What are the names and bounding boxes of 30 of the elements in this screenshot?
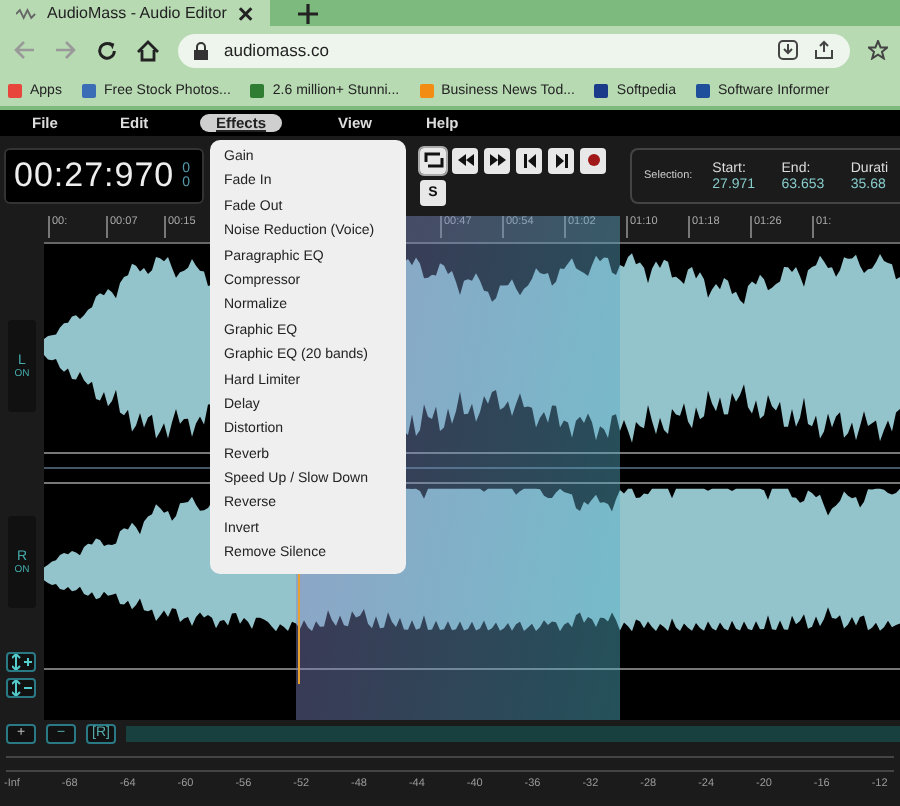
browser-tab[interactable]: AudioMass - Audio Editor <box>0 0 270 26</box>
home-icon[interactable] <box>136 39 160 61</box>
fast-forward-icon <box>489 154 505 166</box>
skip-end-button[interactable] <box>548 147 574 173</box>
loop-button[interactable] <box>420 147 446 173</box>
star-icon[interactable] <box>868 40 888 60</box>
rewind-icon <box>457 154 473 166</box>
vertical-zoom-out-icon <box>11 680 31 696</box>
loop-icon <box>423 152 443 168</box>
horizontal-scrollbar[interactable] <box>126 725 900 741</box>
lock-icon <box>194 41 208 59</box>
time-readout: 00:27:970 <box>14 156 175 196</box>
skip-start-button[interactable] <box>516 147 542 173</box>
new-tab-icon[interactable] <box>298 3 318 23</box>
download-icon[interactable] <box>778 40 798 60</box>
share-icon[interactable] <box>814 40 834 60</box>
skip-back-icon <box>523 153 535 167</box>
tab-title: AudioMass - Audio Editor <box>47 4 227 22</box>
address-bar[interactable]: audiomass.co <box>178 33 850 67</box>
record-button[interactable] <box>580 147 606 173</box>
reload-icon[interactable] <box>96 39 118 61</box>
skip-forward-icon <box>555 153 567 167</box>
vertical-zoom-in-icon <box>11 654 31 670</box>
close-icon[interactable] <box>238 5 254 21</box>
zoom-out-button[interactable] <box>6 678 36 698</box>
record-icon <box>587 154 599 166</box>
rewind-button[interactable] <box>452 147 478 173</box>
zoom-in-button[interactable] <box>6 652 36 672</box>
wave-icon <box>16 7 36 19</box>
forward-button[interactable] <box>484 147 510 173</box>
